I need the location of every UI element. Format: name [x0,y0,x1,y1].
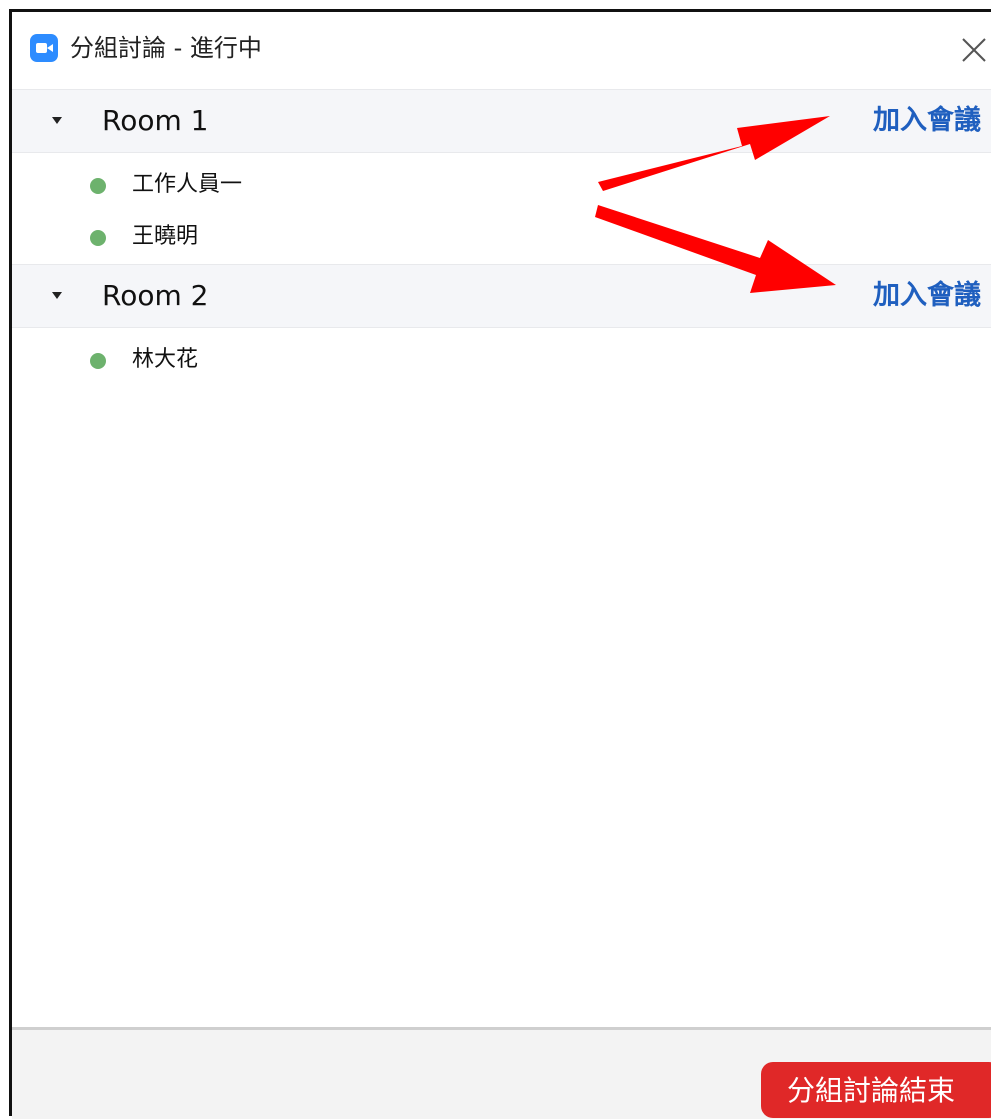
end-breakout-rooms-button[interactable]: 分組討論結束 [761,1062,991,1118]
participant-row: 工作人員一 [12,166,612,206]
join-room-1-button[interactable]: 加入會議 [873,104,981,138]
online-status-icon [90,230,106,246]
participant-name: 林大花 [132,347,199,372]
breakout-rooms-window: 分組討論 - 進行中 Room 1 加入會議 工作人員一 王曉明 Room 2 … [9,9,991,1119]
room-header-room-1[interactable]: Room 1 加入會議 [12,89,991,153]
caret-down-icon[interactable] [52,292,62,299]
room-header-room-2[interactable]: Room 2 加入會議 [12,264,991,328]
participant-name: 王曉明 [132,224,199,249]
participant-row: 王曉明 [12,218,612,258]
window-title: 分組討論 - 進行中 [70,34,262,62]
join-room-2-button[interactable]: 加入會議 [873,279,981,313]
close-icon[interactable] [960,36,988,64]
online-status-icon [90,178,106,194]
footer-bar: 分組討論結束 [12,1027,991,1119]
room-name: Room 1 [102,104,209,137]
participant-name: 工作人員一 [132,172,243,197]
room-name: Room 2 [102,279,209,312]
caret-down-icon[interactable] [52,117,62,124]
participant-row: 林大花 [12,341,612,381]
zoom-camera-icon [30,34,58,62]
online-status-icon [90,353,106,369]
title-bar: 分組討論 - 進行中 [12,12,991,86]
